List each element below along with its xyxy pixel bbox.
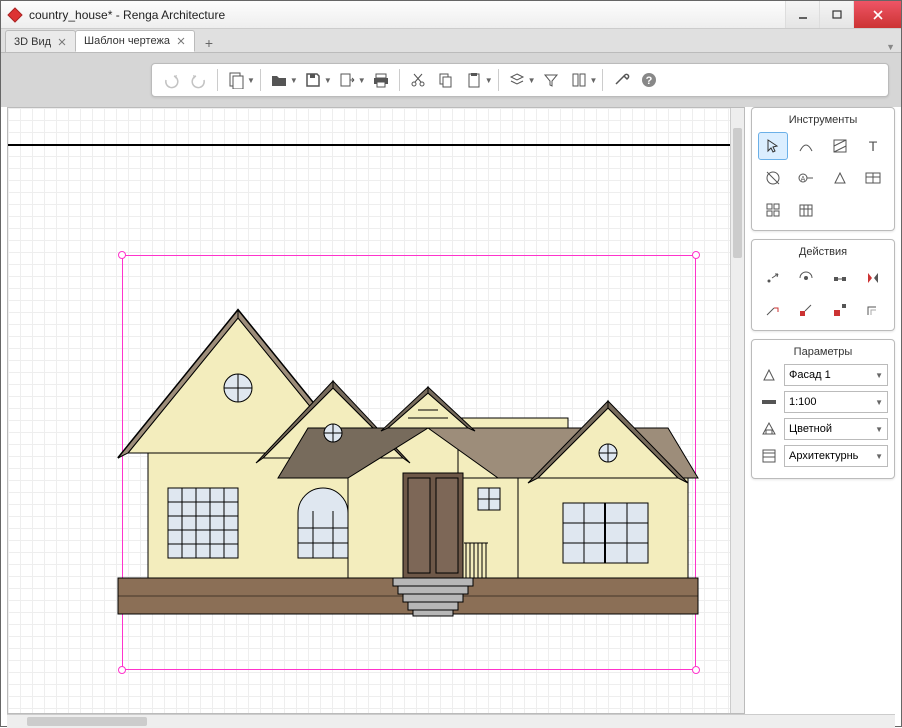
view-select[interactable]: Фасад 1 ▼ [784, 364, 888, 386]
close-icon[interactable] [57, 37, 67, 47]
tab-label: 3D Вид [14, 36, 51, 48]
style-icon [758, 418, 780, 440]
open-button[interactable] [266, 67, 292, 93]
select-value: Цветной [789, 423, 832, 435]
select-value: Архитектурнь [789, 450, 858, 462]
parameters-panel: Параметры Фасад 1 ▼ 1:100 ▼ Цветной ▼ Архит… [751, 339, 895, 479]
maximize-button[interactable] [819, 1, 853, 28]
selection-handle[interactable] [692, 251, 700, 259]
horizontal-scrollbar[interactable] [7, 714, 895, 728]
cut-button[interactable] [405, 67, 431, 93]
minimize-button[interactable] [785, 1, 819, 28]
mirror-action[interactable] [859, 264, 889, 292]
scale-icon [758, 391, 780, 413]
svg-text:A: A [801, 176, 806, 183]
help-button[interactable]: ? [636, 67, 662, 93]
grid-tool[interactable] [758, 196, 788, 224]
chevron-down-icon[interactable]: ▼ [290, 76, 298, 85]
close-button[interactable] [853, 1, 901, 28]
chevron-down-icon: ▼ [875, 452, 883, 461]
canvas[interactable] [7, 107, 745, 714]
select-tool[interactable] [758, 132, 788, 160]
text-tool[interactable]: T [859, 132, 889, 160]
paste-button[interactable] [461, 67, 487, 93]
view-icon [758, 364, 780, 386]
chevron-down-icon[interactable]: ▼ [358, 76, 366, 85]
scale-action[interactable] [825, 296, 855, 324]
chevron-down-icon[interactable]: ▼ [247, 76, 255, 85]
house-drawing[interactable] [108, 278, 708, 658]
selection-handle[interactable] [118, 251, 126, 259]
selection-handle[interactable] [692, 666, 700, 674]
line-tool[interactable] [792, 132, 822, 160]
section-tool[interactable] [825, 164, 855, 192]
tab-3d-view[interactable]: 3D Вид [5, 30, 76, 52]
chevron-down-icon: ▼ [875, 425, 883, 434]
selection-handle[interactable] [118, 666, 126, 674]
schedule-tool[interactable] [792, 196, 822, 224]
new-button[interactable] [223, 67, 249, 93]
dimension-tool[interactable] [758, 164, 788, 192]
manage-button[interactable] [566, 67, 592, 93]
chevron-down-icon: ▼ [875, 398, 883, 407]
tab-menu-button[interactable]: ▼ [886, 42, 895, 52]
chevron-down-icon: ▼ [875, 371, 883, 380]
copy-action[interactable] [825, 264, 855, 292]
vertical-scrollbar[interactable] [730, 108, 744, 713]
svg-text:?: ? [646, 75, 653, 87]
select-value: 1:100 [789, 396, 817, 408]
panel-title: Действия [758, 246, 888, 258]
tab-strip: 3D Вид Шаблон чертежа + ▼ [1, 29, 901, 53]
scale-select[interactable]: 1:100 ▼ [784, 391, 888, 413]
panel-title: Параметры [758, 346, 888, 358]
copy-button[interactable] [433, 67, 459, 93]
move-action[interactable] [758, 264, 788, 292]
page-edge [8, 144, 744, 146]
window-title: country_house* - Renga Architecture [29, 8, 785, 22]
filter-button[interactable] [538, 67, 564, 93]
chevron-down-icon[interactable]: ▼ [528, 76, 536, 85]
layers-button[interactable] [504, 67, 530, 93]
style-select[interactable]: Цветной ▼ [784, 418, 888, 440]
toolbar-area: ▼ ▼ ▼ ▼ ▼ ▼ ▼ ? [1, 53, 901, 107]
save-button[interactable] [300, 67, 326, 93]
app-icon [7, 7, 23, 23]
actions-panel: Действия [751, 239, 895, 331]
export-button[interactable] [334, 67, 360, 93]
main-toolbar: ▼ ▼ ▼ ▼ ▼ ▼ ▼ ? [151, 63, 889, 97]
trim-action[interactable] [758, 296, 788, 324]
chevron-down-icon[interactable]: ▼ [324, 76, 332, 85]
settings-button[interactable] [608, 67, 634, 93]
chevron-down-icon[interactable]: ▼ [485, 76, 493, 85]
add-tab-button[interactable]: + [200, 34, 218, 52]
redo-button[interactable] [186, 67, 212, 93]
table-tool[interactable] [859, 164, 889, 192]
extend-action[interactable] [792, 296, 822, 324]
panel-title: Инструменты [758, 114, 888, 126]
select-value: Фасад 1 [789, 369, 831, 381]
axis-tool[interactable]: A [792, 164, 822, 192]
hatch-tool[interactable] [825, 132, 855, 160]
offset-action[interactable] [859, 296, 889, 324]
print-button[interactable] [368, 67, 394, 93]
hatch-icon [758, 445, 780, 467]
hatch-select[interactable]: Архитектурнь ▼ [784, 445, 888, 467]
work-area: Инструменты T A Действия [1, 107, 901, 714]
chevron-down-icon[interactable]: ▼ [590, 76, 598, 85]
tools-panel: Инструменты T A [751, 107, 895, 231]
right-panel-column: Инструменты T A Действия [751, 107, 901, 714]
tab-label: Шаблон чертежа [84, 35, 170, 47]
tab-drawing-template[interactable]: Шаблон чертежа [75, 30, 195, 52]
close-icon[interactable] [176, 36, 186, 46]
svg-text:T: T [869, 138, 878, 154]
undo-button[interactable] [158, 67, 184, 93]
titlebar: country_house* - Renga Architecture [1, 1, 901, 29]
rotate-action[interactable] [792, 264, 822, 292]
